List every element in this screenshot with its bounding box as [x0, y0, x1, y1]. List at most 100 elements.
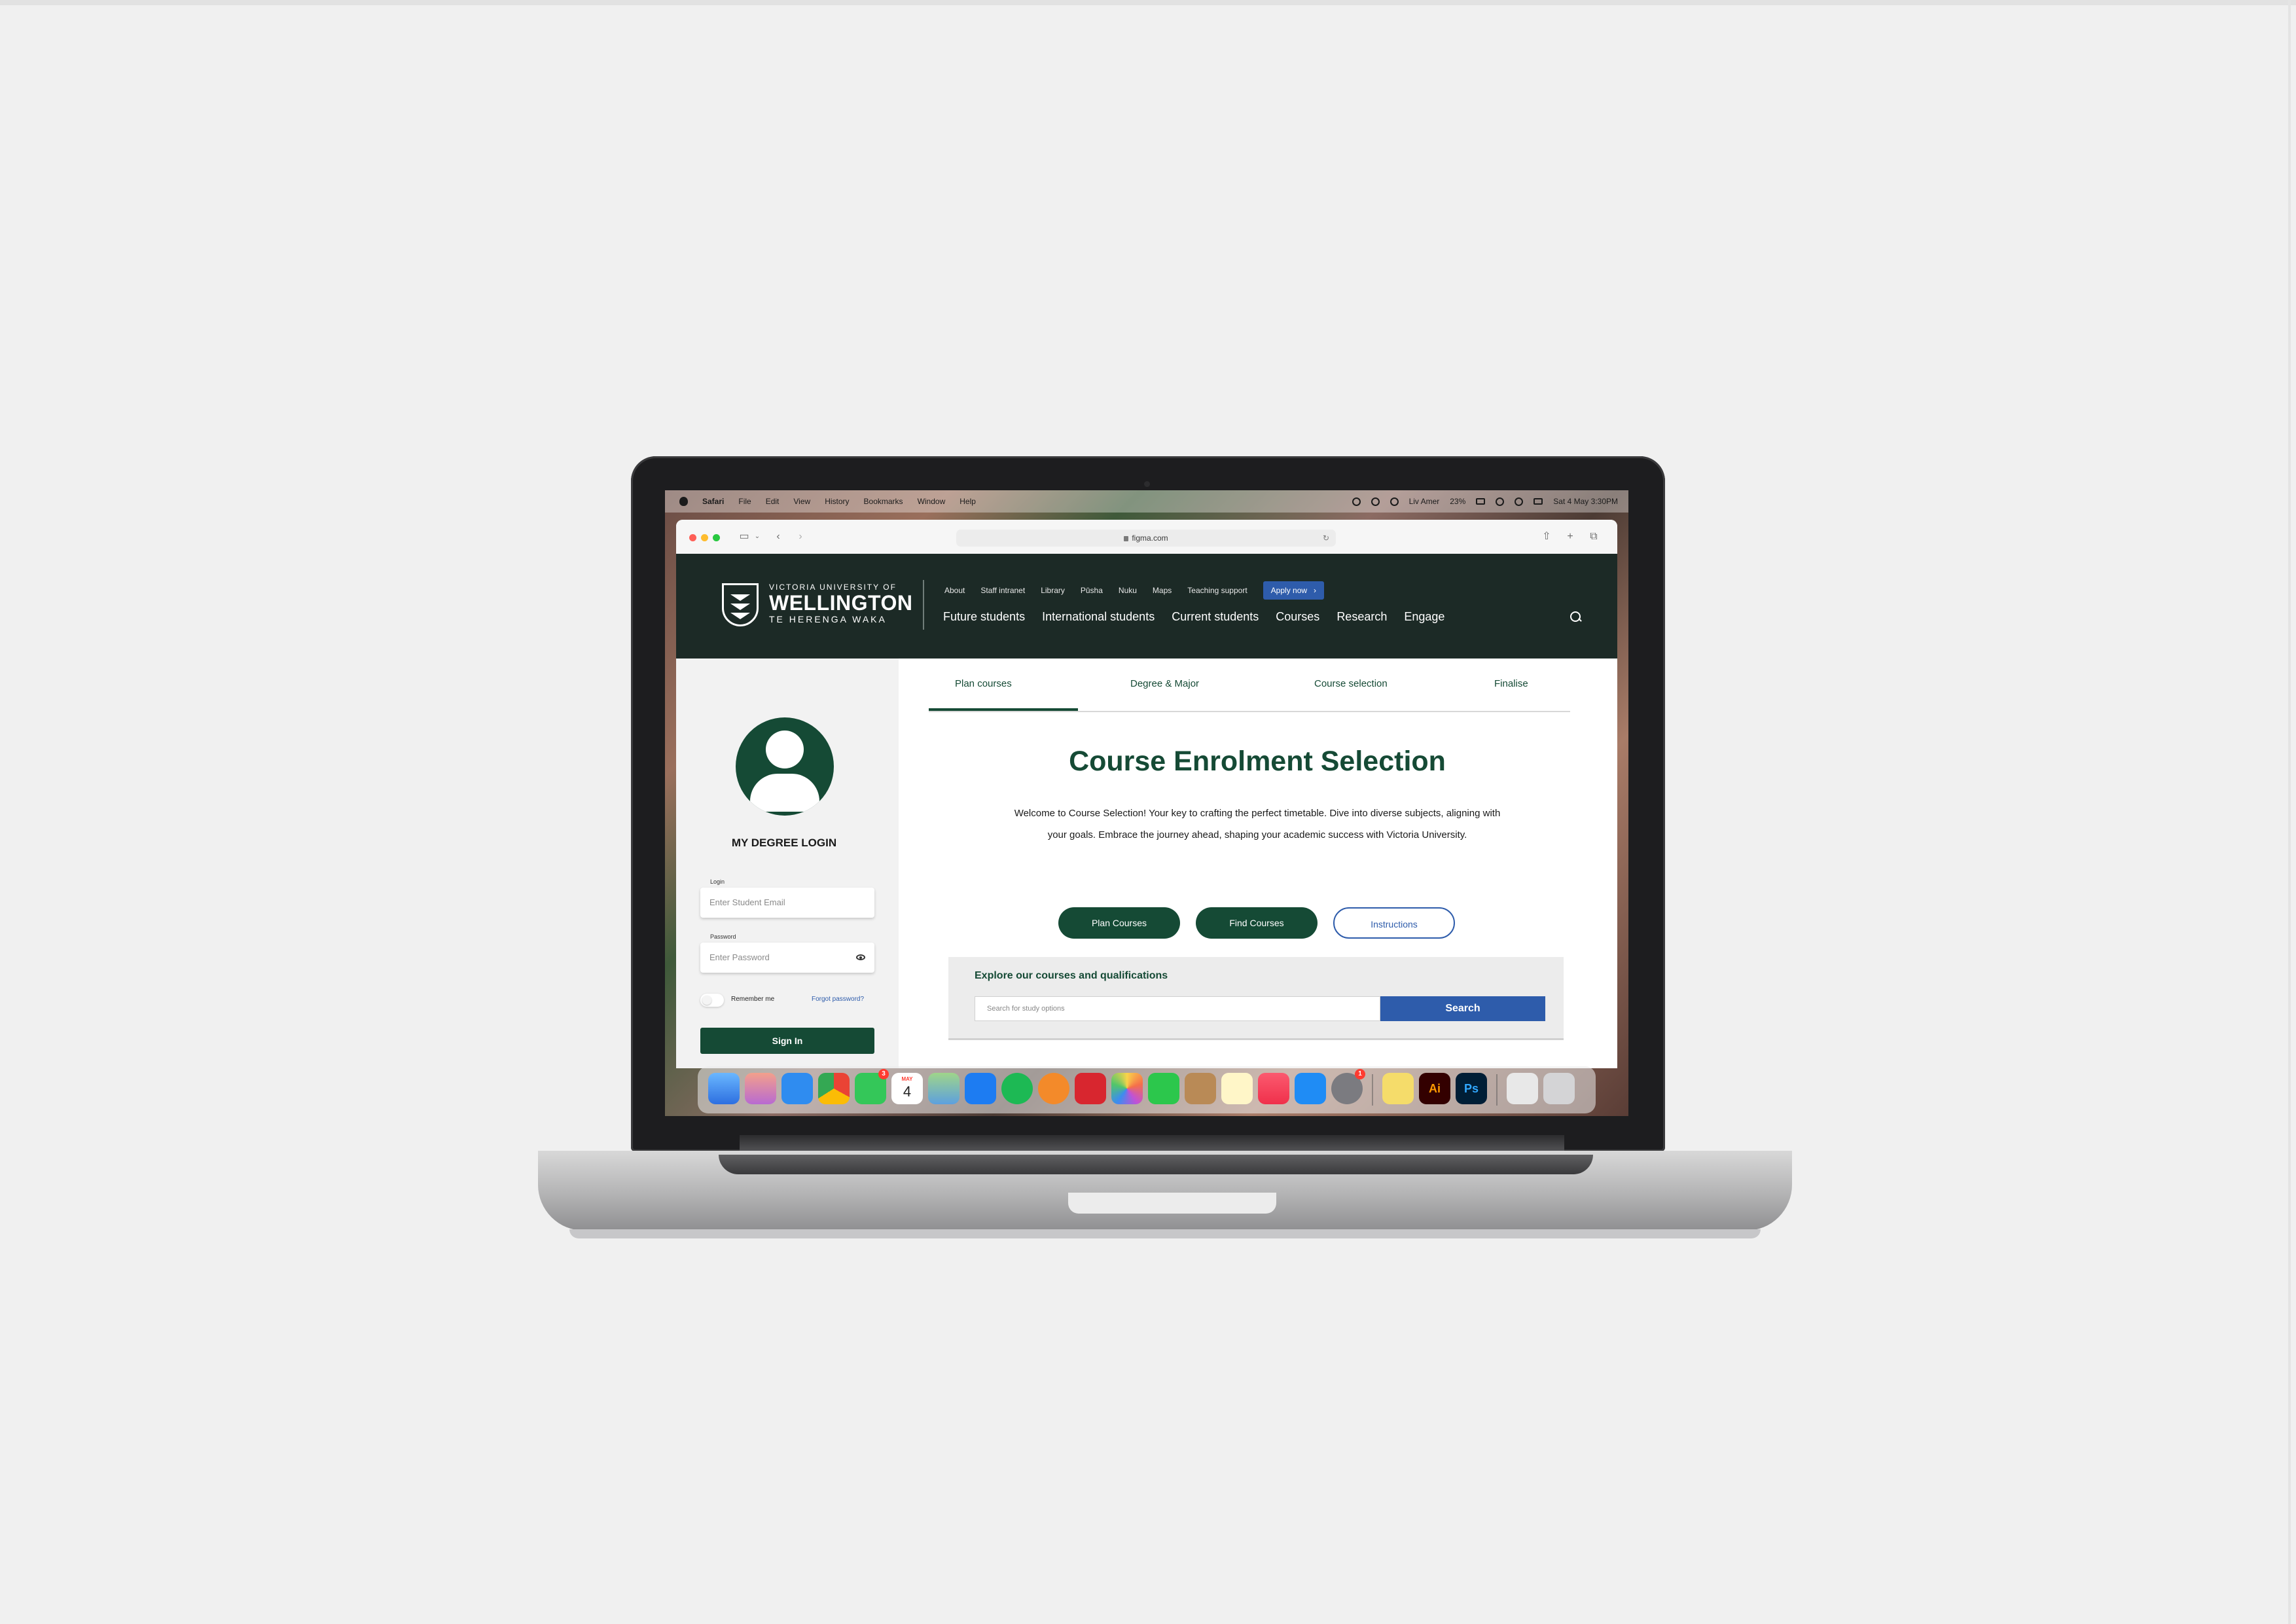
- menu-edit[interactable]: Edit: [766, 497, 780, 506]
- photo-booth-icon[interactable]: [1075, 1073, 1106, 1104]
- photos-icon[interactable]: [1111, 1073, 1143, 1104]
- minimize-window-button[interactable]: [701, 534, 708, 541]
- safari-icon[interactable]: [781, 1073, 813, 1104]
- menubar-clock[interactable]: Sat 4 May 3:30PM: [1553, 497, 1618, 506]
- laptop-camera: [1144, 481, 1150, 487]
- header-divider: [923, 580, 924, 630]
- close-window-button[interactable]: [689, 534, 696, 541]
- maps-icon[interactable]: [928, 1073, 960, 1104]
- nav-international-students[interactable]: International students: [1042, 610, 1155, 624]
- nav-research[interactable]: Research: [1336, 610, 1387, 624]
- crest-mark: [730, 604, 750, 610]
- battery-percent[interactable]: 23%: [1450, 497, 1465, 506]
- new-tab-icon[interactable]: +: [1565, 532, 1575, 542]
- page-title: Course Enrolment Selection: [1069, 746, 1446, 777]
- photoshop-icon[interactable]: Ps: [1456, 1073, 1487, 1104]
- utility-link-about[interactable]: About: [944, 586, 965, 595]
- menu-app-name[interactable]: Safari: [702, 497, 724, 506]
- utility-link-teaching-support[interactable]: Teaching support: [1187, 586, 1247, 595]
- show-password-icon[interactable]: [856, 954, 865, 960]
- chrome-icon[interactable]: [818, 1073, 850, 1104]
- messages-icon[interactable]: 3: [855, 1069, 889, 1104]
- system-settings-icon[interactable]: 1: [1331, 1069, 1365, 1104]
- tab-degree-major[interactable]: Degree & Major: [1130, 678, 1199, 689]
- logo-line-3: TE HERENGA WAKA: [769, 614, 887, 624]
- mail-icon[interactable]: [965, 1073, 996, 1104]
- menu-history[interactable]: History: [825, 497, 849, 506]
- crest-mark: [730, 594, 750, 601]
- launchpad-icon[interactable]: [745, 1073, 776, 1104]
- share-icon[interactable]: ⇧: [1541, 532, 1552, 542]
- login-label: Login: [710, 878, 725, 885]
- university-crest-icon[interactable]: [722, 583, 759, 626]
- stickies-icon[interactable]: [1382, 1073, 1414, 1104]
- utility-link-library[interactable]: Library: [1041, 586, 1065, 595]
- wifi-icon[interactable]: [1496, 497, 1505, 506]
- battery-icon[interactable]: [1476, 498, 1486, 505]
- notes-icon[interactable]: [1221, 1073, 1253, 1104]
- tab-plan-courses[interactable]: Plan courses: [955, 678, 1012, 689]
- music-icon[interactable]: [1258, 1073, 1289, 1104]
- app-store-icon[interactable]: [1295, 1073, 1326, 1104]
- address-bar-url: figma.com: [1132, 533, 1168, 543]
- remember-me-toggle[interactable]: [700, 994, 724, 1007]
- record-icon[interactable]: [1390, 497, 1399, 506]
- chevron-down-icon[interactable]: ⌄: [752, 532, 762, 542]
- address-bar[interactable]: figma.com ↻: [956, 530, 1336, 547]
- instructions-button[interactable]: Instructions: [1333, 907, 1455, 939]
- forgot-password-link[interactable]: Forgot password?: [812, 996, 864, 1003]
- utility-link-maps[interactable]: Maps: [1153, 586, 1172, 595]
- trash-icon[interactable]: [1543, 1073, 1575, 1104]
- sidebar-icon[interactable]: ▭: [739, 532, 749, 542]
- back-icon[interactable]: ‹: [773, 532, 783, 542]
- app-circle-icon[interactable]: [1038, 1073, 1069, 1104]
- search-icon[interactable]: [1570, 611, 1581, 622]
- apple-icon[interactable]: [679, 497, 688, 506]
- top-edge: [0, 0, 2296, 5]
- nav-current-students[interactable]: Current students: [1172, 610, 1259, 624]
- study-search-button[interactable]: Search: [1380, 996, 1545, 1021]
- password-field[interactable]: Enter Password: [700, 943, 874, 973]
- downloads-stack-icon[interactable]: [1507, 1073, 1538, 1104]
- creative-cloud-icon[interactable]: [1371, 497, 1380, 506]
- nav-future-students[interactable]: Future students: [943, 610, 1025, 624]
- zoom-window-button[interactable]: [713, 534, 720, 541]
- finder-icon[interactable]: [708, 1073, 740, 1104]
- menu-file[interactable]: File: [738, 497, 751, 506]
- control-center-icon[interactable]: [1534, 498, 1543, 505]
- sign-in-button[interactable]: Sign In: [700, 1028, 874, 1054]
- tab-finalise[interactable]: Finalise: [1494, 678, 1528, 689]
- site-logo[interactable]: VICTORIA UNIVERSITY OF WELLINGTON TE HER…: [769, 583, 913, 624]
- nav-courses[interactable]: Courses: [1276, 610, 1319, 624]
- nav-engage[interactable]: Engage: [1404, 610, 1444, 624]
- plan-courses-button[interactable]: Plan Courses: [1058, 907, 1180, 939]
- study-search-input[interactable]: Search for study options: [975, 996, 1380, 1021]
- utility-link-nuku[interactable]: Nuku: [1119, 586, 1137, 595]
- menu-view[interactable]: View: [793, 497, 810, 506]
- tab-course-selection[interactable]: Course selection: [1314, 678, 1388, 689]
- reload-icon[interactable]: ↻: [1323, 530, 1329, 547]
- status-icon[interactable]: [1352, 497, 1361, 506]
- avatar-head: [766, 731, 804, 768]
- facetime-icon[interactable]: [1148, 1073, 1179, 1104]
- laptop-screen: Safari File Edit View History Bookmarks …: [665, 490, 1628, 1116]
- forward-icon[interactable]: ›: [795, 532, 806, 542]
- email-field[interactable]: Enter Student Email: [700, 888, 874, 918]
- apply-now-button[interactable]: Apply now ›: [1263, 581, 1325, 600]
- find-courses-button[interactable]: Find Courses: [1196, 907, 1318, 939]
- menu-bookmarks[interactable]: Bookmarks: [864, 497, 903, 506]
- spotify-icon[interactable]: [1001, 1073, 1033, 1104]
- menu-help[interactable]: Help: [960, 497, 976, 506]
- utility-link-pusha[interactable]: Pūsha: [1081, 586, 1103, 595]
- utility-link-staff-intranet[interactable]: Staff intranet: [980, 586, 1025, 595]
- menu-window[interactable]: Window: [918, 497, 946, 506]
- logo-line-2: WELLINGTON: [769, 591, 913, 615]
- contacts-icon[interactable]: [1185, 1073, 1216, 1104]
- spotlight-search-icon[interactable]: [1515, 497, 1524, 506]
- tab-overview-icon[interactable]: ⧉: [1588, 532, 1599, 542]
- illustrator-icon[interactable]: Ai: [1419, 1073, 1450, 1104]
- menubar-user[interactable]: Liv Amer: [1409, 497, 1440, 506]
- progress-tabs: Plan courses Degree & Major Course selec…: [929, 678, 1570, 712]
- calendar-icon[interactable]: MAY 4: [891, 1073, 923, 1104]
- login-panel: MY DEGREE LOGIN Login Enter Student Emai…: [676, 659, 899, 1068]
